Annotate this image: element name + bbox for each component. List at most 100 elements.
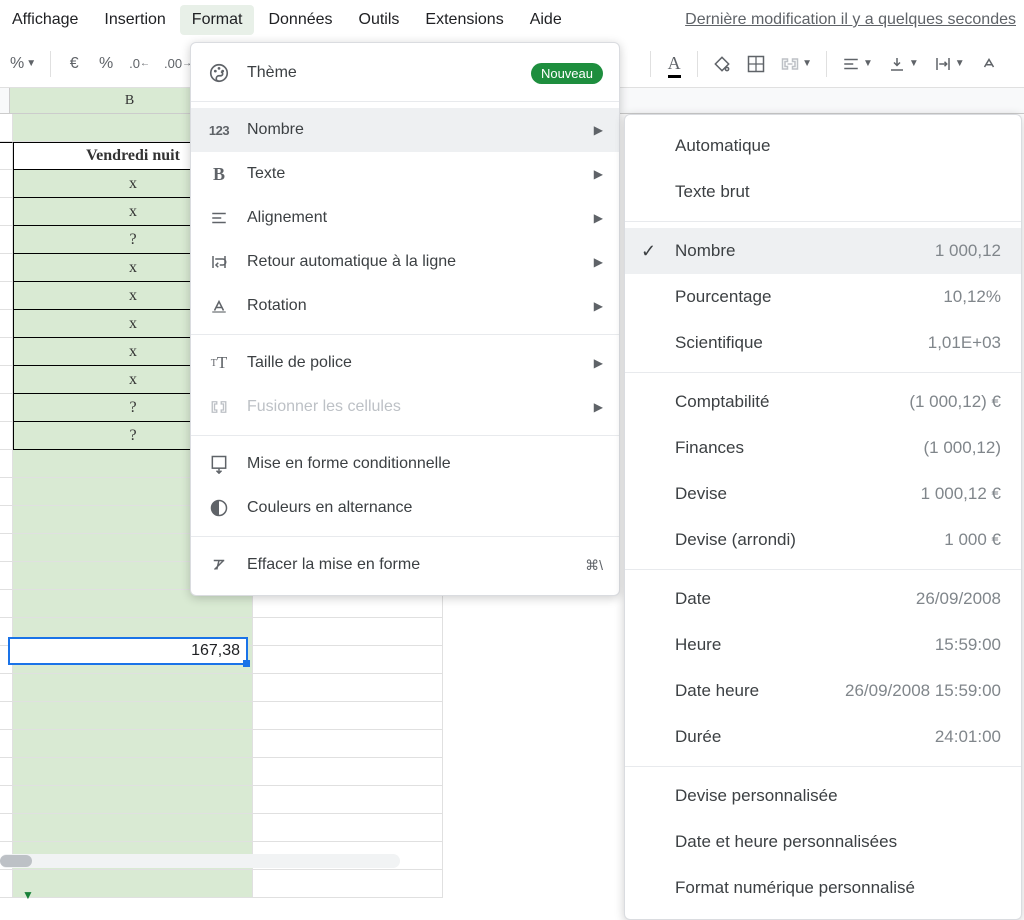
rotation-icon: [207, 294, 231, 318]
ns-item-devise-perso[interactable]: Devise personnalisée: [625, 773, 1021, 819]
menu-separator: [191, 334, 619, 335]
format-currency-button[interactable]: €: [59, 49, 89, 79]
menu-item-alignement[interactable]: Alignement ▶: [191, 196, 619, 240]
menu-item-wrap[interactable]: Retour automatique à la ligne ▶: [191, 240, 619, 284]
chevron-down-icon: ▼: [909, 58, 919, 69]
align-icon: [207, 206, 231, 230]
bold-icon: B: [207, 162, 231, 186]
ns-item-format-perso[interactable]: Format numérique personnalisé: [625, 865, 1021, 911]
ns-item-date-heure[interactable]: Date heure26/09/2008 15:59:00: [625, 668, 1021, 714]
submenu-arrow-icon: ▶: [594, 123, 603, 137]
clear-format-icon: [207, 553, 231, 577]
format-menu: Thème Nouveau 123 Nombre ▶ B Texte ▶ Ali…: [190, 42, 620, 596]
ns-item-heure[interactable]: Heure15:59:00: [625, 622, 1021, 668]
menu-separator: [625, 766, 1021, 767]
menubar: Affichage Insertion Format Données Outil…: [0, 0, 1024, 40]
ns-item-comptabilite[interactable]: Comptabilité(1 000,12) €: [625, 379, 1021, 425]
chevron-down-icon: ▼: [955, 58, 965, 69]
menu-insertion[interactable]: Insertion: [92, 5, 177, 35]
submenu-arrow-icon: ▶: [594, 255, 603, 269]
paint-bucket-icon: [712, 54, 732, 74]
ns-item-date-heure-perso[interactable]: Date et heure personnalisées: [625, 819, 1021, 865]
menu-outils[interactable]: Outils: [347, 5, 412, 35]
menu-donnees[interactable]: Données: [256, 5, 344, 35]
text-rotation-button[interactable]: [973, 49, 1005, 79]
menu-separator: [625, 569, 1021, 570]
text-wrapping-button[interactable]: ▼: [927, 49, 971, 79]
scrollbar-thumb[interactable]: [0, 855, 32, 867]
merge-icon: [207, 395, 231, 419]
palette-icon: [207, 61, 231, 85]
text-color-button[interactable]: A: [659, 49, 689, 79]
ns-item-devise[interactable]: Devise1 000,12 €: [625, 471, 1021, 517]
menu-item-nombre[interactable]: 123 Nombre ▶: [191, 108, 619, 152]
ns-item-pourcentage[interactable]: Pourcentage10,12%: [625, 274, 1021, 320]
menu-item-conditional-format[interactable]: Mise en forme conditionnelle: [191, 442, 619, 486]
decrease-decimals-button[interactable]: .0←: [123, 49, 156, 79]
number-icon: 123: [207, 118, 231, 142]
ns-item-finances[interactable]: Finances(1 000,12): [625, 425, 1021, 471]
wrap-icon: [207, 250, 231, 274]
format-percent-dropdown[interactable]: %▼: [4, 49, 42, 79]
submenu-arrow-icon: ▶: [594, 211, 603, 225]
separator: [650, 51, 651, 77]
check-icon: ✓: [641, 241, 656, 262]
last-modified-link[interactable]: Dernière modification il y a quelques se…: [685, 11, 1024, 29]
menu-affichage[interactable]: Affichage: [0, 5, 90, 35]
separator: [50, 51, 51, 77]
valign-bottom-icon: [887, 55, 907, 73]
fontsize-icon: TT: [207, 351, 231, 375]
submenu-arrow-icon: ▶: [594, 356, 603, 370]
menu-item-fontsize[interactable]: TT Taille de police ▶: [191, 341, 619, 385]
alternating-colors-icon: [207, 496, 231, 520]
menu-format[interactable]: Format: [180, 5, 255, 35]
horizontal-scrollbar[interactable]: [0, 854, 400, 868]
menu-item-texte[interactable]: B Texte ▶: [191, 152, 619, 196]
merge-icon: [780, 54, 800, 74]
menu-item-clear-format[interactable]: Effacer la mise en forme ⌘\: [191, 543, 619, 587]
chevron-down-icon: ▼: [863, 58, 873, 69]
chevron-down-icon: ▼: [802, 58, 812, 69]
ns-item-texte-brut[interactable]: Texte brut: [625, 169, 1021, 215]
borders-icon: [746, 54, 766, 74]
ns-item-date[interactable]: Date26/09/2008: [625, 576, 1021, 622]
sheet-menu-button[interactable]: ▼: [8, 882, 46, 908]
shortcut-label: ⌘\: [585, 557, 603, 574]
menu-aide[interactable]: Aide: [518, 5, 574, 35]
menu-separator: [191, 536, 619, 537]
col-header-spacer: [0, 88, 10, 113]
horizontal-align-button[interactable]: ▼: [835, 49, 879, 79]
ns-item-duree[interactable]: Durée24:01:00: [625, 714, 1021, 760]
submenu-arrow-icon: ▶: [594, 400, 603, 414]
conditional-format-icon: [207, 452, 231, 476]
selected-cell[interactable]: 167,38: [8, 637, 248, 665]
menu-separator: [625, 372, 1021, 373]
submenu-arrow-icon: ▶: [594, 167, 603, 181]
separator: [826, 51, 827, 77]
badge-nouveau: Nouveau: [531, 63, 603, 84]
menu-item-alternating-colors[interactable]: Couleurs en alternance: [191, 486, 619, 530]
menu-item-merge: Fusionner les cellules ▶: [191, 385, 619, 429]
menu-item-theme[interactable]: Thème Nouveau: [191, 51, 619, 95]
borders-button[interactable]: [740, 49, 772, 79]
rotation-icon: [979, 55, 999, 73]
vertical-align-button[interactable]: ▼: [881, 49, 925, 79]
menu-separator: [625, 221, 1021, 222]
ns-item-nombre[interactable]: ✓Nombre1 000,12: [625, 228, 1021, 274]
align-left-icon: [841, 55, 861, 73]
ns-item-devise-arrondi[interactable]: Devise (arrondi)1 000 €: [625, 517, 1021, 563]
menu-separator: [191, 101, 619, 102]
separator: [697, 51, 698, 77]
menu-item-rotation[interactable]: Rotation ▶: [191, 284, 619, 328]
merge-cells-button[interactable]: ▼: [774, 49, 818, 79]
format-percent-button[interactable]: %: [91, 49, 121, 79]
number-format-submenu: Automatique Texte brut ✓Nombre1 000,12 P…: [624, 114, 1022, 920]
menu-separator: [191, 435, 619, 436]
fill-color-button[interactable]: [706, 49, 738, 79]
fill-handle[interactable]: [243, 660, 250, 667]
ns-item-scientifique[interactable]: Scientifique1,01E+03: [625, 320, 1021, 366]
ns-item-automatique[interactable]: Automatique: [625, 123, 1021, 169]
menu-extensions[interactable]: Extensions: [413, 5, 515, 35]
wrap-icon: [933, 55, 953, 73]
chevron-down-icon: ▼: [22, 888, 34, 902]
